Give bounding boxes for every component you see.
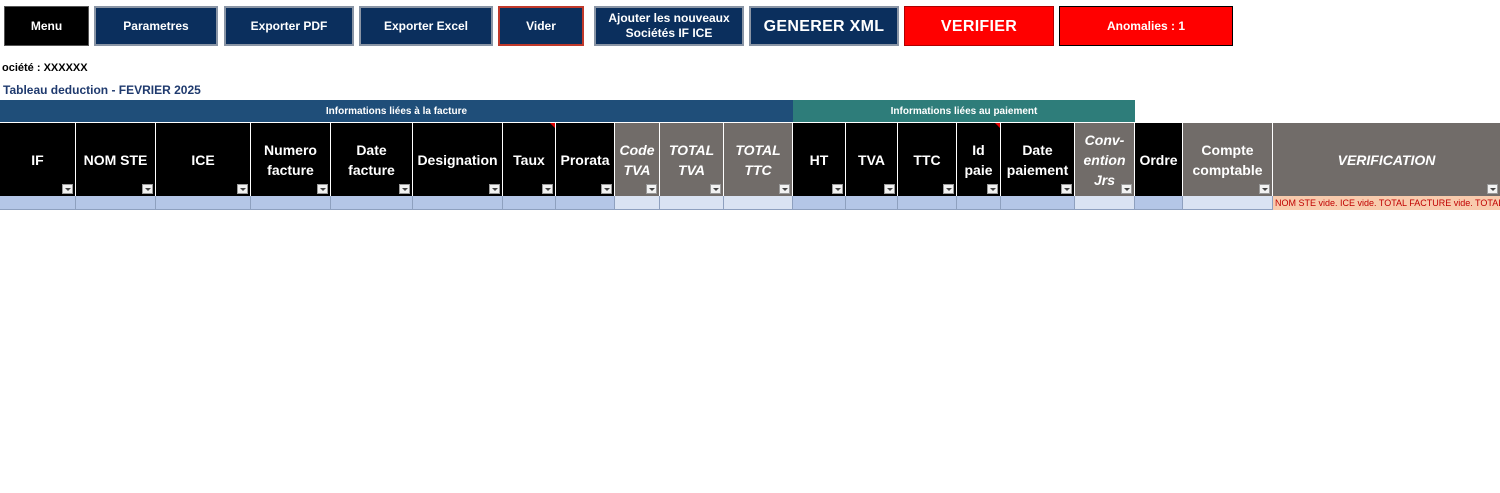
column-header-label: Conv- ention Jrs xyxy=(1083,131,1126,188)
cell-nom-ste[interactable] xyxy=(76,196,156,210)
filter-dropdown-icon[interactable] xyxy=(1487,184,1498,194)
column-header-convention-jrs: Conv- ention Jrs xyxy=(1075,123,1135,196)
cell-taux[interactable] xyxy=(503,196,556,210)
column-header-total-ttc: TOTAL TTC xyxy=(724,123,793,196)
column-header-date-facture: Date facture xyxy=(331,123,413,196)
export-excel-button[interactable]: Exporter Excel xyxy=(359,6,493,46)
cell-id-paie[interactable] xyxy=(957,196,1001,210)
column-header-label: Numero facture xyxy=(264,141,317,178)
cell-tva[interactable] xyxy=(846,196,898,210)
column-header-taux: Taux xyxy=(503,123,556,196)
cell-code-tva[interactable] xyxy=(615,196,660,210)
filter-dropdown-icon[interactable] xyxy=(779,184,790,194)
column-header-label: Id paie xyxy=(964,141,993,178)
filter-dropdown-icon[interactable] xyxy=(62,184,73,194)
cell-ttc[interactable] xyxy=(898,196,957,210)
filter-dropdown-icon[interactable] xyxy=(646,184,657,194)
verify-button[interactable]: VERIFIER xyxy=(904,6,1054,46)
column-header-id-paie: Id paie xyxy=(957,123,1001,196)
column-header-label: TOTAL TTC xyxy=(735,141,781,178)
column-header-verification: VERIFICATION xyxy=(1273,123,1500,196)
column-header-label: TOTAL TVA xyxy=(668,141,715,178)
column-header-label: TTC xyxy=(913,151,941,168)
parametres-button[interactable]: Parametres xyxy=(94,6,218,46)
comment-marker-icon xyxy=(550,123,555,128)
column-header-label: Ordre xyxy=(1139,151,1178,168)
add-companies-line1: Ajouter les nouveaux xyxy=(608,11,730,25)
cell-if[interactable] xyxy=(0,196,76,210)
column-header-prorata: Prorata xyxy=(556,123,615,196)
column-header-label: VERIFICATION xyxy=(1337,151,1436,168)
column-header-designation: Designation xyxy=(413,123,503,196)
column-header-total-tva: TOTAL TVA xyxy=(660,123,724,196)
filter-dropdown-icon[interactable] xyxy=(142,184,153,194)
cell-ordre[interactable] xyxy=(1135,196,1183,210)
add-companies-button[interactable]: Ajouter les nouveaux Sociétés IF ICE xyxy=(594,6,744,46)
column-header-label: Taux xyxy=(513,151,545,168)
cell-designation[interactable] xyxy=(413,196,503,210)
column-header-label: Designation xyxy=(417,151,498,168)
column-header-label: ICE xyxy=(191,151,215,168)
column-header-nom-ste: NOM STE xyxy=(76,123,156,196)
menu-button[interactable]: Menu xyxy=(4,6,89,46)
column-header-numero-facture: Numero facture xyxy=(251,123,331,196)
filter-dropdown-icon[interactable] xyxy=(489,184,500,194)
filter-dropdown-icon[interactable] xyxy=(884,184,895,194)
filter-dropdown-icon[interactable] xyxy=(237,184,248,194)
column-header-date-paiement: Date paiement xyxy=(1001,123,1075,196)
cell-total-tva[interactable] xyxy=(660,196,724,210)
column-header-if: IF xyxy=(0,123,76,196)
generate-xml-button[interactable]: GENERER XML xyxy=(749,6,899,46)
cell-ice[interactable] xyxy=(156,196,251,210)
filter-dropdown-icon[interactable] xyxy=(399,184,410,194)
group-header-paiement: Informations liées au paiement xyxy=(793,100,1135,122)
comment-marker-icon xyxy=(995,123,1000,128)
column-header-label: Code TVA xyxy=(619,141,655,178)
column-header-label: Date paiement xyxy=(1006,141,1069,178)
column-header-code-tva: Code TVA xyxy=(615,123,660,196)
filter-dropdown-icon[interactable] xyxy=(1061,184,1072,194)
cell-date-paiement[interactable] xyxy=(1001,196,1075,210)
column-header-ttc: TTC xyxy=(898,123,957,196)
table-title: Tableau deduction - FEVRIER 2025 xyxy=(3,83,201,97)
cell-date-facture[interactable] xyxy=(331,196,413,210)
group-header-facture: Informations liées à la facture xyxy=(0,100,793,122)
cell-prorata[interactable] xyxy=(556,196,615,210)
cell-ht[interactable] xyxy=(793,196,846,210)
cell-numero-facture[interactable] xyxy=(251,196,331,210)
column-header-ht: HT xyxy=(793,123,846,196)
societe-label: ociété : XXXXXX xyxy=(2,62,88,74)
cell-convention-jrs[interactable] xyxy=(1075,196,1135,210)
export-pdf-button[interactable]: Exporter PDF xyxy=(224,6,354,46)
column-header-ice: ICE xyxy=(156,123,251,196)
column-header-label: Compte comptable xyxy=(1192,141,1263,178)
anomalies-button[interactable]: Anomalies : 1 xyxy=(1059,6,1233,46)
column-header-compte-comptable: Compte comptable xyxy=(1183,123,1273,196)
column-header-ordre: Ordre xyxy=(1135,123,1183,196)
filter-dropdown-icon[interactable] xyxy=(542,184,553,194)
column-header-label: IF xyxy=(31,151,44,168)
vider-button[interactable]: Vider xyxy=(498,6,584,46)
cell-total-ttc[interactable] xyxy=(724,196,793,210)
cell-compte-comptable[interactable] xyxy=(1183,196,1273,210)
filter-dropdown-icon[interactable] xyxy=(1121,184,1132,194)
column-header-label: Date facture xyxy=(348,141,395,178)
column-header-label: Prorata xyxy=(560,151,610,168)
column-header-label: NOM STE xyxy=(83,151,148,168)
filter-dropdown-icon[interactable] xyxy=(710,184,721,194)
column-header-label: HT xyxy=(809,151,829,168)
filter-dropdown-icon[interactable] xyxy=(1259,184,1270,194)
filter-dropdown-icon[interactable] xyxy=(317,184,328,194)
filter-dropdown-icon[interactable] xyxy=(601,184,612,194)
filter-dropdown-icon[interactable] xyxy=(832,184,843,194)
column-header-label: TVA xyxy=(858,151,885,168)
filter-dropdown-icon[interactable] xyxy=(987,184,998,194)
add-companies-line2: Sociétés IF ICE xyxy=(625,26,713,40)
filter-dropdown-icon[interactable] xyxy=(943,184,954,194)
column-header-tva: TVA xyxy=(846,123,898,196)
cell-verification[interactable]: NOM STE vide. ICE vide. TOTAL FACTURE vi… xyxy=(1273,196,1500,210)
